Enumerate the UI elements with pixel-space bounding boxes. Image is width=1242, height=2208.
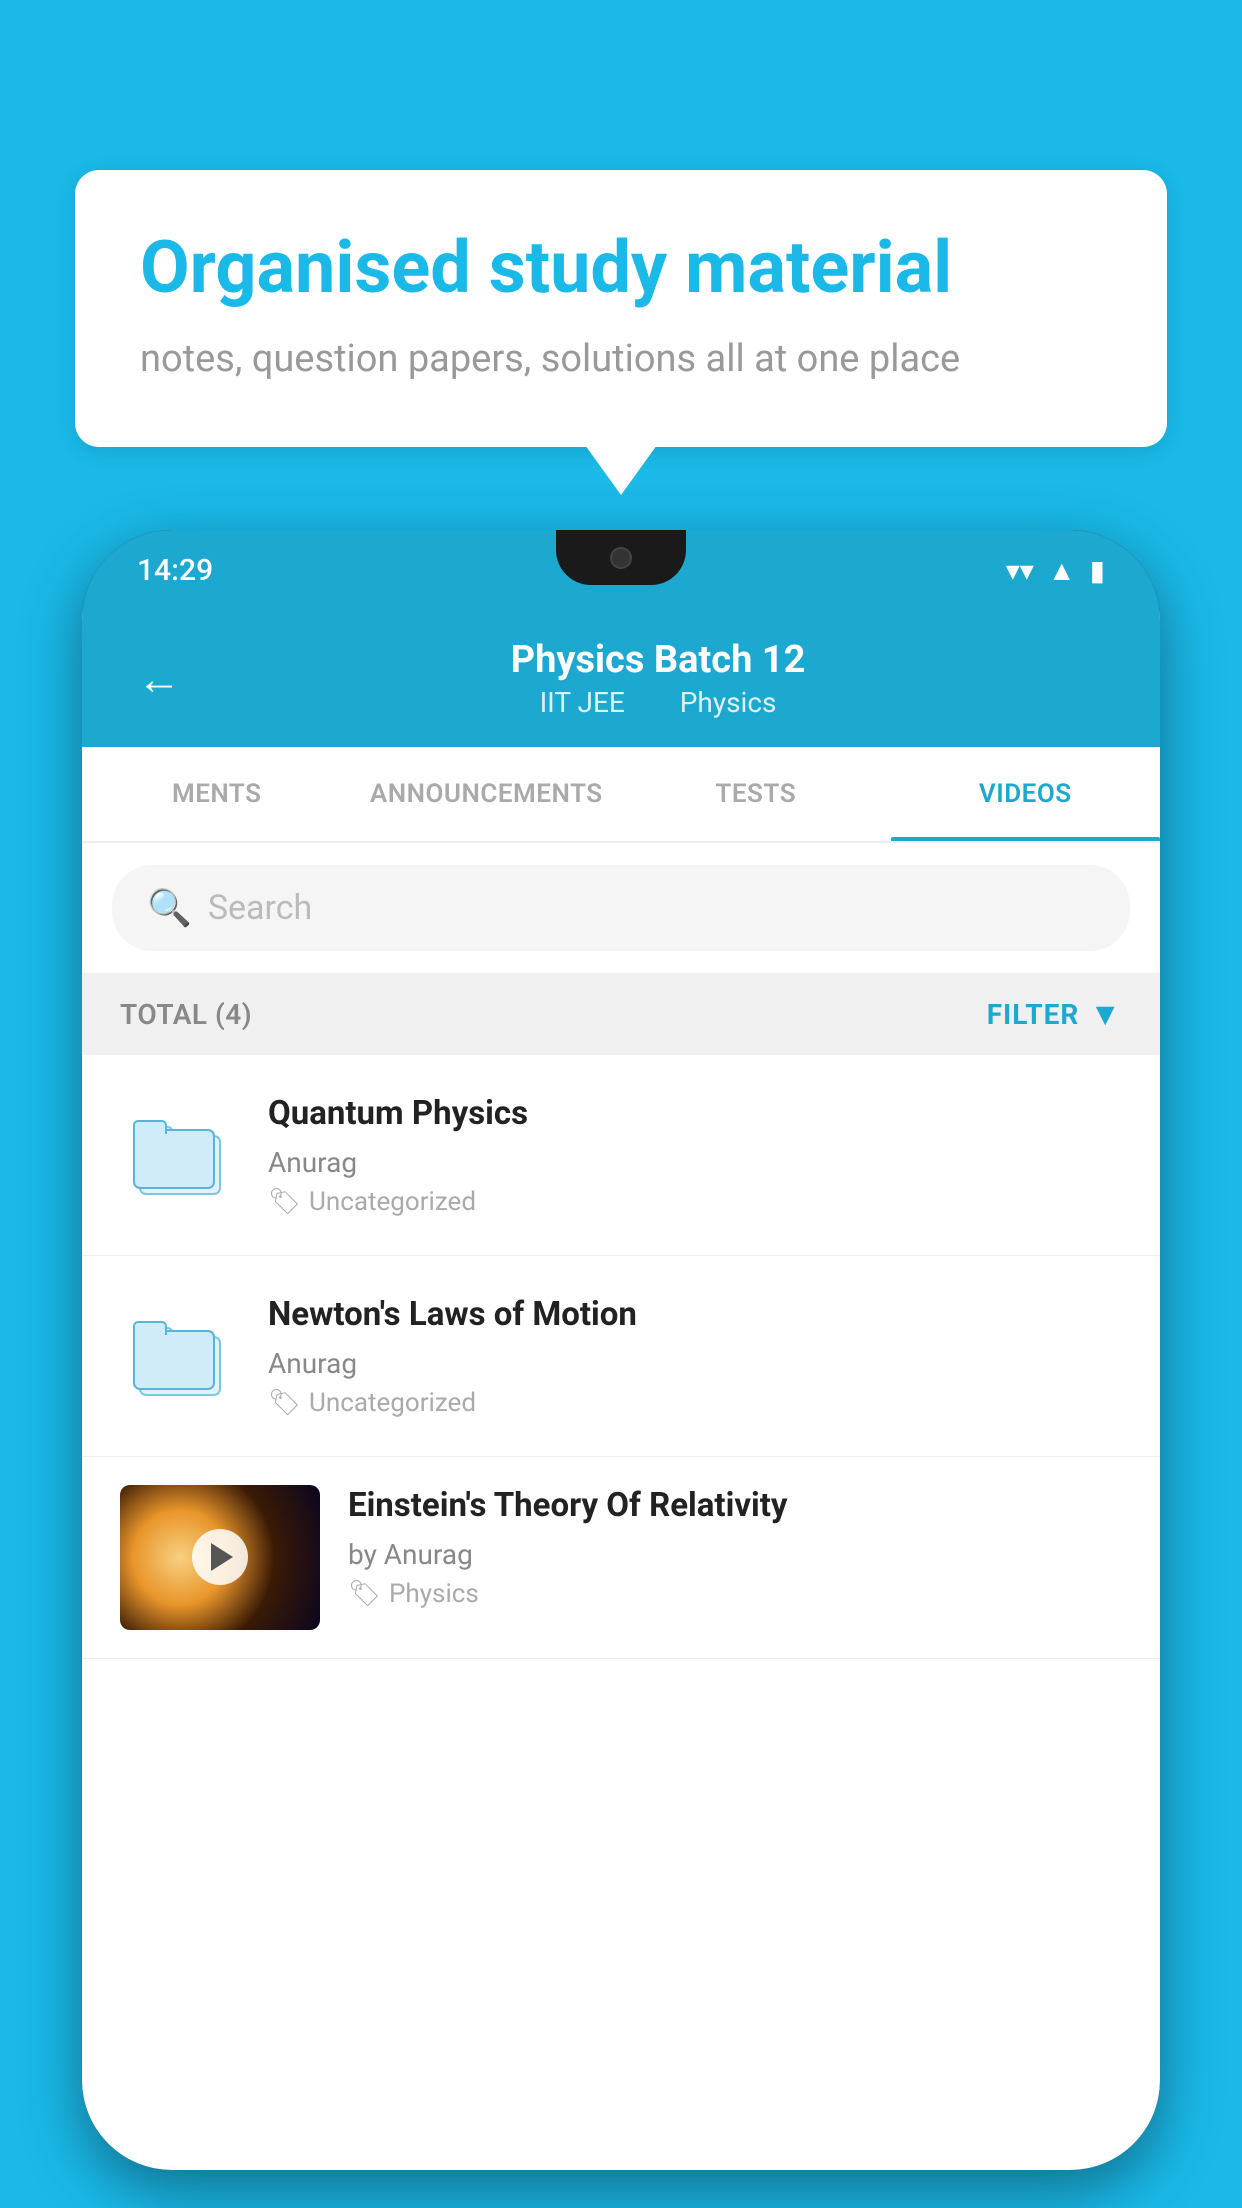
filter-bar: TOTAL (4) FILTER ▼ — [82, 973, 1160, 1055]
tag-label: Uncategorized — [309, 1388, 476, 1418]
front-camera — [610, 547, 632, 569]
back-button[interactable]: ← — [137, 653, 181, 705]
play-icon — [211, 1543, 233, 1571]
status-icons: ▾▾ ▲ ▮ — [1006, 554, 1105, 587]
phone-screen: ← Physics Batch 12 IIT JEE Physics MENTS… — [82, 610, 1160, 2170]
total-count-label: TOTAL (4) — [120, 998, 252, 1031]
tag-icon: 🏷 — [268, 1187, 301, 1217]
battery-icon: ▮ — [1090, 554, 1105, 587]
video-title: Newton's Laws of Motion — [268, 1294, 1122, 1337]
folder-stack-icon — [133, 1115, 228, 1195]
status-bar: 14:29 ▾▾ ▲ ▮ — [82, 530, 1160, 610]
folder-front — [133, 1330, 215, 1390]
tab-ments[interactable]: MENTS — [82, 747, 352, 841]
header-course: IIT JEE — [540, 686, 625, 719]
wifi-icon: ▾▾ — [1006, 554, 1034, 587]
video-tag: 🏷 Uncategorized — [268, 1388, 1122, 1418]
folder-tab-front — [133, 1120, 167, 1134]
video-author: Anurag — [268, 1347, 1122, 1380]
search-icon: 🔍 — [147, 887, 192, 929]
video-title: Quantum Physics — [268, 1093, 1122, 1136]
bubble-subtitle: notes, question papers, solutions all at… — [140, 333, 1102, 386]
video-list: Quantum Physics Anurag 🏷 Uncategorized — [82, 1055, 1160, 2170]
tag-label: Physics — [389, 1579, 479, 1609]
list-item[interactable]: Newton's Laws of Motion Anurag 🏷 Uncateg… — [82, 1256, 1160, 1457]
video-tag: 🏷 Uncategorized — [268, 1187, 1122, 1217]
video-info: Einstein's Theory Of Relativity by Anura… — [348, 1485, 1122, 1609]
phone-notch — [556, 530, 686, 585]
header-main-title: Physics Batch 12 — [511, 638, 806, 682]
search-bar[interactable]: 🔍 Search — [112, 865, 1130, 951]
speech-bubble: Organised study material notes, question… — [75, 170, 1167, 447]
filter-icon: ▼ — [1089, 995, 1122, 1033]
list-item[interactable]: Quantum Physics Anurag 🏷 Uncategorized — [82, 1055, 1160, 1256]
list-item[interactable]: Einstein's Theory Of Relativity by Anura… — [82, 1457, 1160, 1659]
tab-announcements[interactable]: ANNOUNCEMENTS — [352, 747, 622, 841]
video-author: Anurag — [268, 1146, 1122, 1179]
tab-videos[interactable]: VIDEOS — [891, 747, 1161, 841]
video-info: Quantum Physics Anurag 🏷 Uncategorized — [268, 1093, 1122, 1217]
folder-stack-icon — [133, 1316, 228, 1396]
video-thumbnail — [120, 1485, 320, 1630]
folder-tab-front — [133, 1321, 167, 1335]
filter-button[interactable]: FILTER ▼ — [987, 995, 1122, 1033]
search-placeholder: Search — [208, 888, 312, 928]
folder-icon-wrap — [120, 1095, 240, 1215]
app-header: ← Physics Batch 12 IIT JEE Physics — [82, 610, 1160, 747]
status-time: 14:29 — [137, 553, 213, 588]
folder-front — [133, 1129, 215, 1189]
video-info: Newton's Laws of Motion Anurag 🏷 Uncateg… — [268, 1294, 1122, 1418]
video-tag: 🏷 Physics — [348, 1579, 1122, 1609]
folder-icon-wrap — [120, 1296, 240, 1416]
signal-icon: ▲ — [1048, 554, 1076, 587]
tab-tests[interactable]: TESTS — [621, 747, 891, 841]
header-subtitle: IIT JEE Physics — [528, 686, 789, 719]
video-title: Einstein's Theory Of Relativity — [348, 1485, 1122, 1528]
phone-frame: 14:29 ▾▾ ▲ ▮ ← Physics Batch 12 IIT JEE … — [82, 530, 1160, 2170]
video-author: by Anurag — [348, 1538, 1122, 1571]
header-title-block: Physics Batch 12 IIT JEE Physics — [211, 638, 1105, 719]
play-button[interactable] — [192, 1529, 248, 1585]
search-container: 🔍 Search — [82, 843, 1160, 973]
filter-label: FILTER — [987, 998, 1080, 1031]
bubble-title: Organised study material — [140, 225, 1102, 311]
tag-icon: 🏷 — [348, 1579, 381, 1609]
tag-icon: 🏷 — [268, 1388, 301, 1418]
tag-label: Uncategorized — [309, 1187, 476, 1217]
header-subject: Physics — [680, 686, 777, 719]
tabs-bar: MENTS ANNOUNCEMENTS TESTS VIDEOS — [82, 747, 1160, 843]
